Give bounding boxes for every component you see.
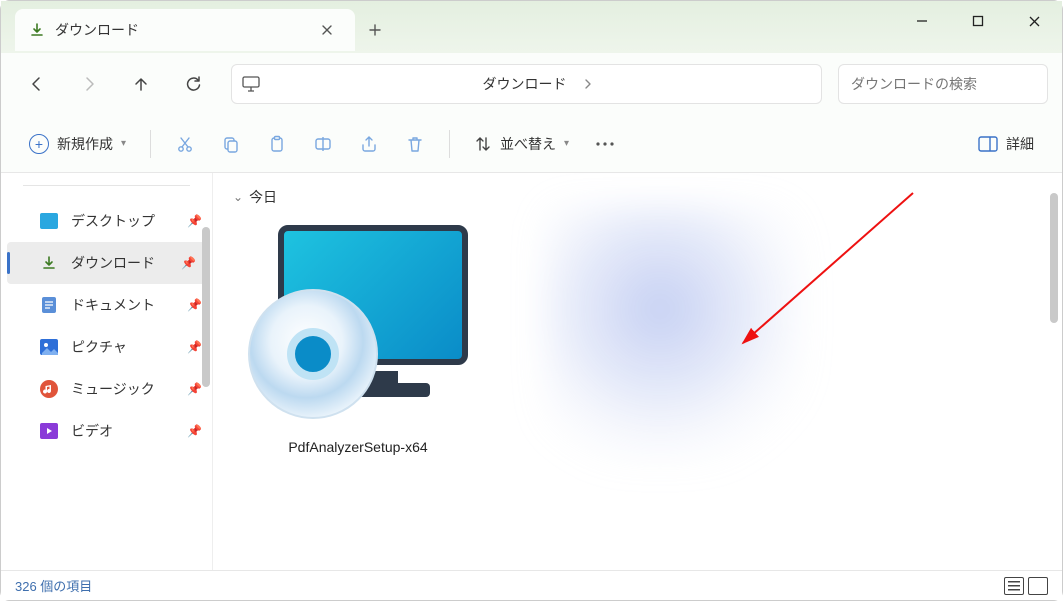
pin-icon[interactable]: 📌 bbox=[187, 424, 202, 438]
group-header-today[interactable]: ⌄ 今日 bbox=[233, 187, 1042, 207]
up-button[interactable] bbox=[119, 64, 163, 104]
sort-icon bbox=[474, 135, 492, 153]
search-input[interactable] bbox=[851, 76, 1035, 92]
pin-icon[interactable]: 📌 bbox=[187, 214, 202, 228]
sidebar-item-label: デスクトップ bbox=[71, 211, 155, 231]
sort-button-label: 並べ替え bbox=[500, 134, 556, 154]
chevron-right-icon[interactable] bbox=[577, 78, 599, 90]
installer-icon bbox=[248, 225, 468, 425]
pictures-icon bbox=[39, 337, 59, 357]
delete-button[interactable] bbox=[395, 125, 435, 163]
pin-icon[interactable]: 📌 bbox=[181, 256, 196, 270]
refresh-button[interactable] bbox=[171, 64, 215, 104]
sidebar-item-label: ビデオ bbox=[71, 421, 113, 441]
sidebar-item-label: ドキュメント bbox=[71, 295, 155, 315]
paste-button[interactable] bbox=[257, 125, 297, 163]
maximize-button[interactable] bbox=[950, 1, 1006, 41]
details-button-label: 詳細 bbox=[1006, 134, 1034, 154]
content-area[interactable]: ⌄ 今日 PdfAnalyzerSetup-x64 bbox=[213, 173, 1062, 570]
body: デスクトップ 📌 ダウンロード 📌 ドキュメント 📌 ピクチャ 📌 ミュージック… bbox=[1, 173, 1062, 570]
details-view-button[interactable] bbox=[1004, 577, 1024, 595]
close-window-button[interactable] bbox=[1006, 1, 1062, 41]
sidebar-item-label: ダウンロード bbox=[71, 253, 155, 273]
tab-close-button[interactable] bbox=[313, 16, 341, 44]
sidebar-item-downloads[interactable]: ダウンロード 📌 bbox=[7, 242, 206, 284]
plus-circle-icon: + bbox=[29, 134, 49, 154]
monitor-icon bbox=[242, 76, 260, 92]
video-icon bbox=[39, 421, 59, 441]
sidebar-scrollbar[interactable] bbox=[202, 227, 210, 387]
pin-icon[interactable]: 📌 bbox=[187, 298, 202, 312]
window-controls bbox=[894, 1, 1062, 41]
tab-title: ダウンロード bbox=[55, 20, 303, 40]
sidebar: デスクトップ 📌 ダウンロード 📌 ドキュメント 📌 ピクチャ 📌 ミュージック… bbox=[1, 173, 213, 570]
sidebar-item-documents[interactable]: ドキュメント 📌 bbox=[1, 284, 212, 326]
group-label: 今日 bbox=[249, 187, 277, 207]
sidebar-item-videos[interactable]: ビデオ 📌 bbox=[1, 410, 212, 452]
details-pane-button[interactable]: 詳細 bbox=[968, 125, 1044, 163]
content-scrollbar[interactable] bbox=[1050, 193, 1058, 323]
document-icon bbox=[39, 295, 59, 315]
sidebar-item-label: ミュージック bbox=[71, 379, 155, 399]
new-tab-button[interactable] bbox=[355, 9, 395, 51]
music-icon bbox=[39, 379, 59, 399]
address-location: ダウンロード bbox=[483, 74, 567, 94]
forward-button[interactable] bbox=[67, 64, 111, 104]
statusbar: 326 個の項目 bbox=[1, 570, 1062, 600]
rename-button[interactable] bbox=[303, 125, 343, 163]
new-button[interactable]: + 新規作成 ▾ bbox=[19, 125, 136, 163]
titlebar: ダウンロード bbox=[1, 1, 1062, 53]
more-button[interactable] bbox=[585, 125, 625, 163]
sidebar-item-pictures[interactable]: ピクチャ 📌 bbox=[1, 326, 212, 368]
chevron-down-icon: ▾ bbox=[564, 138, 569, 149]
chevron-down-icon: ▾ bbox=[121, 138, 126, 149]
cut-button[interactable] bbox=[165, 125, 205, 163]
copy-button[interactable] bbox=[211, 125, 251, 163]
minimize-button[interactable] bbox=[894, 1, 950, 41]
download-icon bbox=[39, 253, 59, 273]
file-item[interactable]: PdfAnalyzerSetup-x64 bbox=[233, 225, 483, 465]
new-button-label: 新規作成 bbox=[57, 134, 113, 154]
pin-icon[interactable]: 📌 bbox=[187, 382, 202, 396]
details-pane-icon bbox=[978, 136, 998, 152]
desktop-icon bbox=[39, 211, 59, 231]
sidebar-item-label: ピクチャ bbox=[71, 337, 127, 357]
share-button[interactable] bbox=[349, 125, 389, 163]
sidebar-item-music[interactable]: ミュージック 📌 bbox=[1, 368, 212, 410]
chevron-down-icon: ⌄ bbox=[233, 190, 243, 204]
blurred-item bbox=[543, 205, 803, 465]
download-icon bbox=[29, 22, 45, 38]
tab-downloads[interactable]: ダウンロード bbox=[15, 9, 355, 51]
status-text: 326 個の項目 bbox=[15, 576, 92, 595]
navbar: ダウンロード bbox=[1, 53, 1062, 115]
address-bar[interactable]: ダウンロード bbox=[231, 64, 822, 104]
back-button[interactable] bbox=[15, 64, 59, 104]
pin-icon[interactable]: 📌 bbox=[187, 340, 202, 354]
file-name: PdfAnalyzerSetup-x64 bbox=[288, 439, 427, 455]
thumbnails-view-button[interactable] bbox=[1028, 577, 1048, 595]
search-box[interactable] bbox=[838, 64, 1048, 104]
sort-button[interactable]: 並べ替え ▾ bbox=[464, 125, 579, 163]
toolbar: + 新規作成 ▾ 並べ替え ▾ 詳細 bbox=[1, 115, 1062, 173]
sidebar-item-desktop[interactable]: デスクトップ 📌 bbox=[1, 200, 212, 242]
